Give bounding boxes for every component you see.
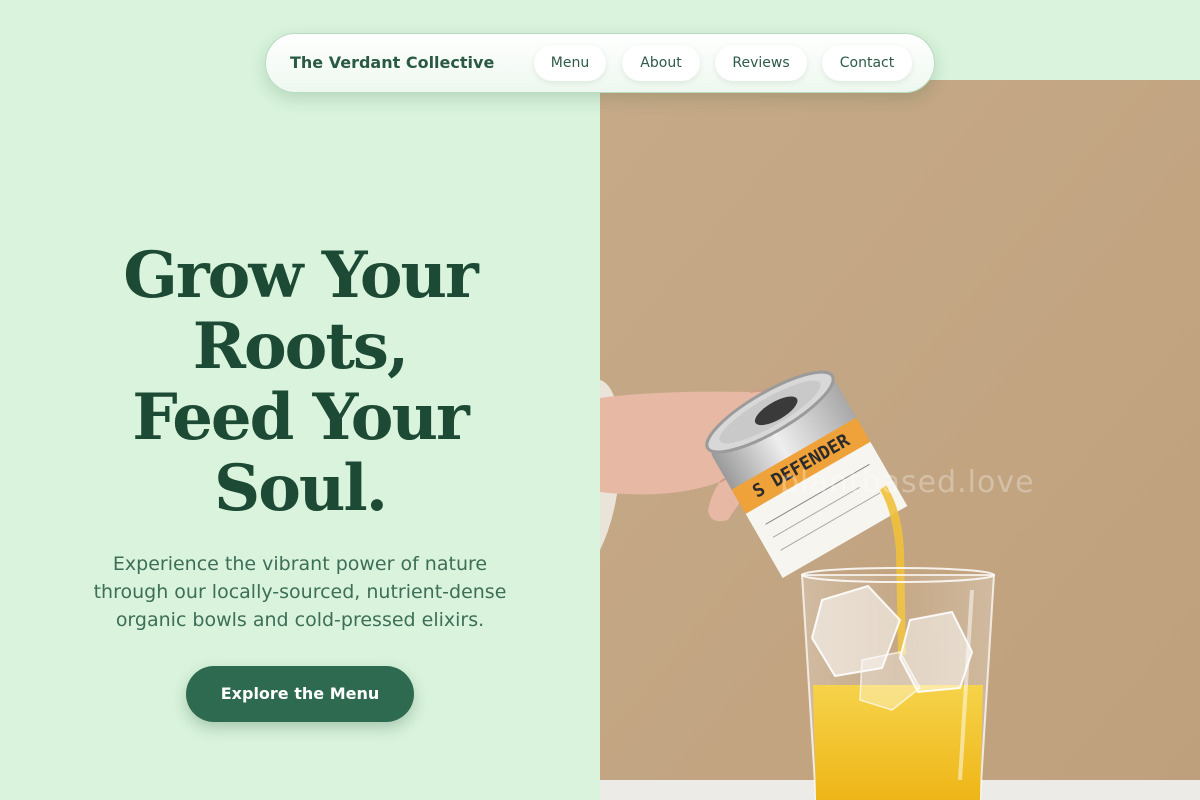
brand-name[interactable]: The Verdant Collective: [290, 34, 494, 92]
headline-line-1: Grow Your: [123, 238, 479, 313]
hero-headline: Grow Your Roots, Feed Your Soul.: [0, 240, 600, 524]
nav-link-contact[interactable]: Contact: [822, 45, 912, 81]
photo-watermark: plantbased.love: [780, 465, 1035, 500]
headline-line-4: Soul.: [213, 451, 388, 526]
nav-link-menu[interactable]: Menu: [534, 45, 606, 81]
hero-photo: S DEFENDER plantbased.love: [600, 80, 1200, 800]
nav-link-reviews[interactable]: Reviews: [715, 45, 807, 81]
top-navbar: The Verdant Collective Menu About Review…: [265, 33, 935, 93]
explore-menu-button[interactable]: Explore the Menu: [186, 666, 414, 722]
headline-line-2: Roots,: [192, 309, 409, 384]
headline-line-3: Feed Your: [132, 380, 469, 455]
nav-link-about[interactable]: About: [622, 45, 700, 81]
pouring-drink-illustration: S DEFENDER: [600, 80, 1200, 800]
hero-subtext: Experience the vibrant power of nature t…: [93, 553, 507, 631]
